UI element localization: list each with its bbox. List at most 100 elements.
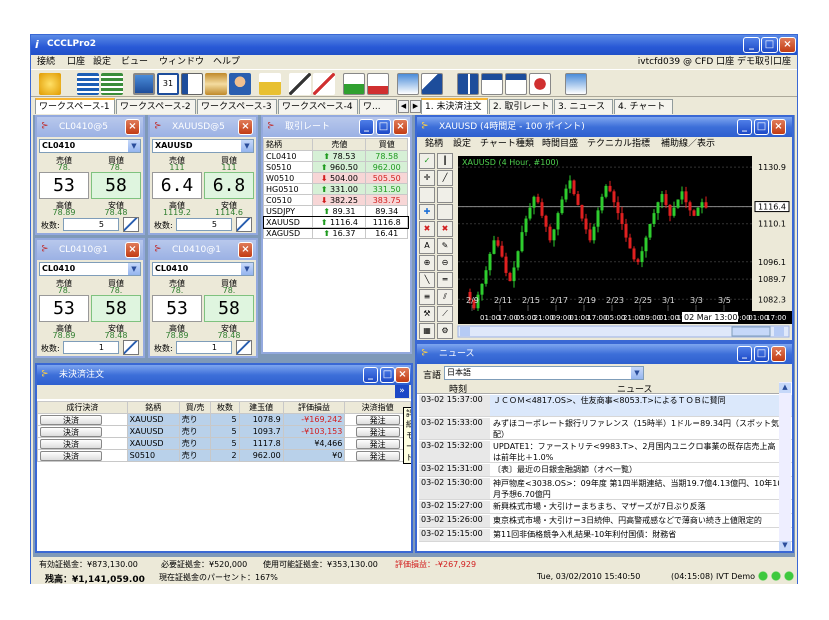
rate-buy-cell[interactable]: 383.75 bbox=[365, 194, 408, 206]
rate-buy-cell[interactable]: 78.58 bbox=[365, 150, 408, 162]
tab-rates[interactable]: 2. 取引レート bbox=[489, 99, 553, 114]
minimize-button[interactable]: _ bbox=[743, 37, 760, 53]
delete-all-icon[interactable]: ✖ bbox=[437, 221, 453, 237]
close-window-icon[interactable] bbox=[529, 73, 551, 95]
orders-maximize[interactable]: □ bbox=[380, 367, 395, 383]
order-row[interactable]: 決済 S0510 売り 2 962.00 ¥0 発注 bbox=[37, 449, 411, 462]
qty-stepper[interactable]: 5 bbox=[63, 218, 119, 231]
rates-maximize[interactable]: □ bbox=[376, 119, 391, 135]
buy-button[interactable]: 58 bbox=[204, 295, 254, 322]
tab-scroll-left[interactable]: ◀ bbox=[398, 100, 409, 113]
tile-icon[interactable] bbox=[457, 73, 479, 95]
news-row[interactable]: 03-02 15:32:00 UPDATE1：ファーストリテ<9983.T>、2月… bbox=[419, 441, 792, 463]
limit-order-button[interactable]: 発注 bbox=[355, 414, 400, 425]
order-row[interactable]: 決済 XAUUSD 売り 5 1078.9 -¥169,242 発注 bbox=[37, 413, 411, 426]
news-row[interactable]: 03-02 15:33:00 みずほコーポレート銀行リファレンス（15時半）1ドル… bbox=[419, 418, 792, 440]
news-row[interactable]: 03-02 15:30:00 神戸物産<3038.OS>：09年度 第1四半期連結… bbox=[419, 478, 792, 500]
tools-icon[interactable] bbox=[289, 73, 311, 95]
quote-close-button[interactable]: × bbox=[238, 242, 253, 258]
sell-button[interactable]: 53 bbox=[39, 172, 89, 199]
connect-icon[interactable] bbox=[39, 73, 61, 95]
check-icon[interactable]: ✓ bbox=[419, 153, 435, 169]
scroll-right-arrow[interactable] bbox=[774, 327, 784, 336]
cascade-icon[interactable] bbox=[481, 73, 503, 95]
sell-button[interactable]: 6.4 bbox=[152, 172, 202, 199]
orders-close[interactable]: × bbox=[395, 367, 410, 383]
delete-icon[interactable]: ✖ bbox=[419, 221, 435, 237]
chart-icon[interactable] bbox=[343, 73, 365, 95]
close-position-button[interactable]: 決済 bbox=[40, 450, 102, 461]
mini-chart-icon[interactable] bbox=[236, 217, 252, 232]
rate-row[interactable]: W0510 ⬇ 504.00 505.50 bbox=[263, 172, 408, 184]
qty-stepper[interactable]: 5 bbox=[176, 218, 232, 231]
buy-button[interactable]: 58 bbox=[91, 295, 141, 322]
calendar-icon[interactable]: 31 bbox=[157, 73, 179, 95]
limit-order-button[interactable]: 発注 bbox=[355, 450, 400, 461]
menu-view[interactable]: ビュー bbox=[121, 55, 148, 69]
tab-news[interactable]: 3. ニュース bbox=[554, 99, 613, 114]
rate-row[interactable]: C0510 ⬇ 382.25 383.75 bbox=[263, 194, 408, 206]
rate-buy-cell[interactable]: 331.50 bbox=[365, 183, 408, 195]
fib-icon[interactable]: ≡ bbox=[419, 289, 435, 305]
news-lang-select[interactable]: 日本語 ▼ bbox=[444, 366, 644, 380]
sell-button[interactable]: 53 bbox=[39, 295, 89, 322]
quote-close-button[interactable]: × bbox=[238, 119, 253, 135]
tab-chart[interactable]: 4. チャート bbox=[614, 99, 673, 114]
mini-chart-icon[interactable] bbox=[236, 340, 252, 355]
rate-row[interactable]: HG0510 ⬆ 331.00 331.50 bbox=[263, 183, 408, 195]
order-row[interactable]: 決済 XAUUSD 売り 5 1093.7 -¥103,153 発注 bbox=[37, 425, 411, 438]
blank-icon[interactable] bbox=[437, 204, 453, 220]
tab-workspace-1[interactable]: ワークスペース-1 bbox=[35, 98, 115, 114]
chart-maximize[interactable]: □ bbox=[754, 119, 769, 135]
chart-close[interactable]: × bbox=[771, 119, 786, 135]
chart-menu-type[interactable]: チャート種類 bbox=[480, 137, 534, 151]
close-button[interactable]: × bbox=[779, 37, 796, 53]
chart-canvas[interactable]: 1130.91116.41116.41110.11096.11089.71082… bbox=[455, 153, 792, 340]
expand-button[interactable]: » bbox=[395, 385, 409, 398]
rate-row[interactable]: USDJPY ⬆ 89.31 89.34 bbox=[263, 205, 408, 217]
crosshair-icon[interactable]: ✛ bbox=[419, 170, 435, 186]
rate-sell-cell[interactable]: ⬆ 89.31 bbox=[312, 205, 367, 217]
ruler-icon[interactable]: ⟋ bbox=[437, 306, 453, 322]
rate-row[interactable]: S0510 ⬆ 960.50 962.00 bbox=[263, 161, 408, 173]
list-icon[interactable] bbox=[101, 73, 123, 95]
menu-settings[interactable]: 設定 bbox=[93, 55, 111, 69]
zoom-in-icon[interactable]: ⊕ bbox=[419, 255, 435, 271]
rates-minimize[interactable]: _ bbox=[359, 119, 374, 135]
close-position-button[interactable]: 決済 bbox=[40, 414, 102, 425]
symbol-select[interactable]: CL0410 ▼ bbox=[39, 262, 141, 276]
chart-menu-drawing[interactable]: 補助線／表示 bbox=[661, 137, 715, 151]
report-icon[interactable] bbox=[181, 73, 203, 95]
monitor-icon[interactable] bbox=[133, 73, 155, 95]
plus-icon[interactable]: ✚ bbox=[419, 204, 435, 220]
candle-icon[interactable]: ┃ bbox=[437, 153, 453, 169]
rate-sell-cell[interactable]: ⬇ 382.25 bbox=[312, 194, 367, 206]
news-close[interactable]: × bbox=[771, 346, 786, 362]
order-row[interactable]: 決済 XAUUSD 売り 5 1117.8 ¥4,466 発注 bbox=[37, 437, 411, 450]
limit-order-button[interactable]: 発注 bbox=[355, 426, 400, 437]
orders-minimize[interactable]: _ bbox=[363, 367, 378, 383]
rate-sell-cell[interactable]: ⬆ 1116.4 bbox=[312, 216, 367, 228]
rate-row[interactable]: CL0410 ⬆ 78.53 78.58 bbox=[263, 150, 408, 162]
rate-row[interactable]: XAUUSD ⬆ 1116.4 1116.8 bbox=[263, 215, 409, 229]
scroll-thumb[interactable] bbox=[731, 326, 771, 337]
news-row[interactable]: 03-02 15:31:00 〔表〕最近の日銀金融調節（オペ一覧） bbox=[419, 464, 792, 477]
rates-icon[interactable] bbox=[77, 73, 99, 95]
quote-close-button[interactable]: × bbox=[125, 242, 140, 258]
tab-workspace-3[interactable]: ワークスペース-3 bbox=[197, 99, 277, 114]
chart-menu-symbol[interactable]: 銘柄 bbox=[425, 137, 443, 151]
sell-button[interactable]: 53 bbox=[152, 295, 202, 322]
close-position-button[interactable]: 決済 bbox=[40, 438, 102, 449]
tools-icon[interactable]: ⚒ bbox=[419, 306, 435, 322]
rate-buy-cell[interactable]: 89.34 bbox=[365, 205, 408, 217]
news-row[interactable]: 03-02 15:37:00 ＪＣＯＭ<4817.OS>、住友商事<8053.T>… bbox=[419, 395, 792, 417]
pencil-icon[interactable]: ✎ bbox=[437, 238, 453, 254]
window-icon[interactable] bbox=[505, 73, 527, 95]
close-position-button[interactable]: 決済 bbox=[40, 426, 102, 437]
rate-buy-cell[interactable]: 962.00 bbox=[365, 161, 408, 173]
symbol-select[interactable]: CL0410 ▼ bbox=[152, 262, 254, 276]
menu-help[interactable]: ヘルプ bbox=[213, 55, 240, 69]
news-minimize[interactable]: _ bbox=[737, 346, 752, 362]
layout-icon[interactable] bbox=[565, 73, 587, 95]
rate-sell-cell[interactable]: ⬆ 16.37 bbox=[312, 227, 367, 239]
